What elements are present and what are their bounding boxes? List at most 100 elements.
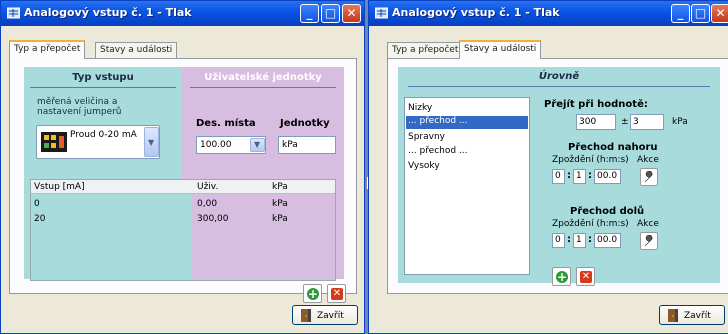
plus-icon: + <box>307 287 319 301</box>
tab-stavy-a-udalosti[interactable]: Stavy a události <box>95 42 178 58</box>
time-separator: : <box>588 170 592 181</box>
chevron-down-icon: ▼ <box>148 138 155 147</box>
list-item-selected[interactable]: ... přechod ... <box>406 116 528 129</box>
up-action-button[interactable] <box>640 168 658 186</box>
threshold-value: 300 <box>579 117 597 127</box>
column-header: Uživ. <box>197 182 219 192</box>
table-cell: 0 <box>34 199 40 209</box>
up-seconds-value: 00.0 <box>597 171 618 181</box>
plus-icon: + <box>556 270 568 284</box>
delete-icon: ✕ <box>331 288 343 300</box>
maximize-button[interactable]: □ <box>691 4 710 23</box>
close-button[interactable]: Zavřít <box>292 305 358 325</box>
transition-down-title: Přechod dolů <box>570 206 645 217</box>
user-units-title: Uživatelské jednotky <box>204 72 322 83</box>
threshold-unit: kPa <box>672 117 688 127</box>
down-hours-value: 0 <box>555 235 561 245</box>
tab-stavy-a-udalosti[interactable]: Stavy a události <box>459 40 542 59</box>
down-hours-input[interactable]: 0 <box>552 233 565 248</box>
close-button-label: Zavřít <box>317 311 344 321</box>
tab-panel: Úrovně Nizky ... přechod ... Spravny ...… <box>387 58 728 294</box>
divider <box>30 87 176 88</box>
close-button[interactable]: Zavřít <box>659 305 725 325</box>
table-cell: 300,00 <box>197 214 229 224</box>
add-row-button[interactable]: + <box>303 284 322 303</box>
list-item[interactable]: Nizky <box>408 103 432 113</box>
minimize-icon: _ <box>306 6 313 20</box>
up-hours-input[interactable]: 0 <box>552 169 565 184</box>
transition-down-action-label: Akce <box>637 219 659 229</box>
list-item[interactable]: Vysoky <box>408 161 440 171</box>
add-level-button[interactable]: + <box>552 267 571 286</box>
conversion-table[interactable]: Vstup [mA] Uživ. kPa Vstup [mA] Uživ. kP… <box>30 179 336 281</box>
transition-up-action-label: Akce <box>637 155 659 165</box>
tab-typ-a-prepocet[interactable]: Typ a přepočet <box>9 40 86 59</box>
door-exit-icon <box>668 309 678 322</box>
up-seconds-input[interactable]: 00.0 <box>594 169 621 184</box>
column-header: kPa <box>272 182 288 192</box>
maximize-icon: □ <box>694 6 707 20</box>
window-title: Analogový vstup č. 1 - Tlak <box>392 6 560 19</box>
close-window-button[interactable]: ✕ <box>342 4 361 23</box>
table-header-overlay: Vstup [mA] Uživ. kPa <box>31 180 335 194</box>
tolerance-input[interactable]: 3 <box>630 114 664 130</box>
decimals-dropdown[interactable]: ▼ <box>250 138 265 152</box>
list-item[interactable]: Spravny <box>408 132 445 142</box>
input-type-title: Typ vstupu <box>72 72 134 83</box>
desktop: Analogový vstup č. 1 - Tlak _ □ ✕ Typ a … <box>0 0 728 334</box>
input-type-value: Proud 0-20 mA <box>70 130 137 140</box>
transition-down-delay-label: Zpoždění (h:m:s) <box>552 219 629 229</box>
minimize-button[interactable]: _ <box>671 4 690 23</box>
wrench-icon <box>644 171 653 183</box>
close-window-button[interactable]: ✕ <box>711 4 728 23</box>
tolerance-value: 3 <box>633 117 639 127</box>
decimals-label: Des. místa <box>196 118 256 129</box>
table-cell: 0,00 <box>197 199 218 209</box>
divider <box>408 86 710 87</box>
transition-up-title: Přechod nahoru <box>568 142 658 153</box>
window-app-icon <box>375 7 388 19</box>
down-seconds-input[interactable]: 00.0 <box>594 233 621 248</box>
right-window: Analogový vstup č. 1 - Tlak _ □ ✕ Typ a … <box>368 0 728 334</box>
window-title: Analogový vstup č. 1 - Tlak <box>24 6 192 19</box>
maximize-icon: □ <box>324 6 337 20</box>
close-button-label: Zavřít <box>684 311 711 321</box>
divider <box>190 87 336 88</box>
up-minutes-input[interactable]: 1 <box>573 169 586 184</box>
right-titlebar[interactable]: Analogový vstup č. 1 - Tlak _ □ ✕ <box>369 1 728 26</box>
window-app-icon <box>7 7 20 19</box>
left-window: Analogový vstup č. 1 - Tlak _ □ ✕ Typ a … <box>0 0 365 334</box>
down-minutes-input[interactable]: 1 <box>573 233 586 248</box>
tab-typ-a-prepocet[interactable]: Typ a přepočet <box>387 42 464 58</box>
threshold-value-input[interactable]: 300 <box>576 114 616 130</box>
table-cell: kPa <box>272 214 288 224</box>
table-body-right <box>191 180 335 280</box>
down-seconds-value: 00.0 <box>597 235 618 245</box>
down-action-button[interactable] <box>640 232 658 250</box>
input-type-dropdown[interactable]: ▼ <box>144 127 159 157</box>
down-minutes-value: 1 <box>576 235 582 245</box>
maximize-button[interactable]: □ <box>321 4 340 23</box>
list-item[interactable]: ... přechod ... <box>408 146 468 156</box>
up-hours-value: 0 <box>555 171 561 181</box>
input-type-description: měřená veličina a nastavení jumperů <box>37 97 122 117</box>
input-type-combo[interactable]: Proud 0-20 mA <box>36 125 160 159</box>
delete-icon: ✕ <box>580 271 592 283</box>
levels-list[interactable]: Nizky ... přechod ... Spravny ... přecho… <box>404 97 530 275</box>
plus-minus-sign: ± <box>621 117 629 127</box>
units-input[interactable]: kPa <box>278 136 336 154</box>
time-separator: : <box>588 234 592 245</box>
delete-level-button[interactable]: ✕ <box>576 267 595 286</box>
close-icon: ✕ <box>346 6 357 20</box>
column-header: Vstup [mA] <box>34 182 85 192</box>
time-separator: : <box>567 234 571 245</box>
table-body-left <box>31 180 191 280</box>
left-titlebar[interactable]: Analogový vstup č. 1 - Tlak _ □ ✕ <box>1 1 364 26</box>
up-minutes-value: 1 <box>576 171 582 181</box>
table-cell: 20 <box>34 214 46 224</box>
transition-up-delay-label: Zpoždění (h:m:s) <box>552 155 629 165</box>
delete-row-button[interactable]: ✕ <box>327 284 346 303</box>
threshold-label: Přejít při hodnotě: <box>544 99 648 110</box>
minimize-button[interactable]: _ <box>300 4 319 23</box>
units-label: Jednotky <box>280 118 330 129</box>
